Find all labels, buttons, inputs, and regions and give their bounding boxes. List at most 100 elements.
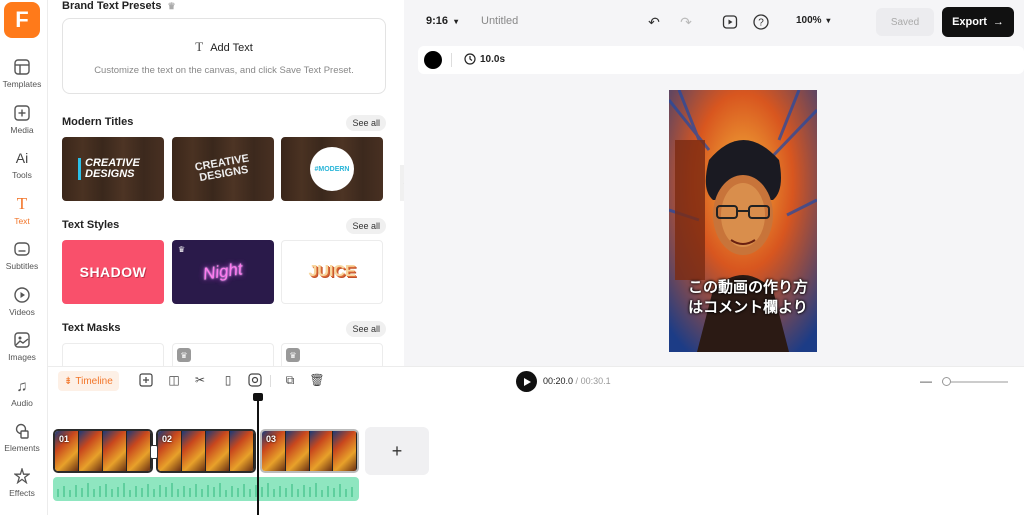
thumb-text: JUICE <box>308 263 356 280</box>
modern-title-thumb-2[interactable]: CREATIVE DESIGNS <box>172 137 274 201</box>
canvas-caption[interactable]: この動画の作り方はコメント欄より <box>683 278 813 318</box>
rail-item-videos[interactable]: Videos <box>0 286 44 317</box>
clip-frame <box>285 431 310 471</box>
rail-item-templates[interactable]: Templates <box>0 58 44 89</box>
rail-label: Effects <box>9 488 35 498</box>
video-clip[interactable]: 02 <box>156 429 256 473</box>
trim-button[interactable]: ▯ <box>220 372 236 388</box>
media-icon <box>13 104 31 122</box>
brand-logo[interactable]: F <box>4 2 40 38</box>
timeline-tab-label: Timeline <box>75 375 113 387</box>
subtitles-icon <box>13 240 31 258</box>
duration-control[interactable]: 10.0s <box>464 53 505 65</box>
audio-track[interactable] <box>53 477 359 501</box>
clip-frames <box>55 431 151 471</box>
modern-titles-title: Modern Titles <box>62 116 134 128</box>
split-button[interactable]: ◫ <box>166 372 182 388</box>
modern-title-thumb-3[interactable]: #MODERN <box>281 137 383 201</box>
clip-transition-handle[interactable] <box>150 445 158 459</box>
svg-text:?: ? <box>758 18 764 29</box>
text-mask-thumb-1[interactable] <box>62 343 164 366</box>
thumb-text: SHADOW <box>79 264 147 280</box>
video-canvas[interactable]: この動画の作り方はコメント欄より <box>669 90 817 352</box>
redo-button[interactable]: ↷ <box>676 12 696 32</box>
saved-button[interactable]: Saved <box>876 8 934 36</box>
clip-number: 01 <box>59 434 70 444</box>
add-track-button[interactable] <box>138 372 154 388</box>
duplicate-icon: ⧉ <box>285 372 295 387</box>
rail-item-effects[interactable]: Effects <box>0 467 44 498</box>
add-text-button[interactable]: T Add Text <box>63 39 385 55</box>
modern-title-thumb-1[interactable]: CREATIVE DESIGNS <box>62 137 164 201</box>
playhead[interactable] <box>257 393 259 515</box>
undo-button[interactable]: ↶ <box>644 12 664 32</box>
rail-item-media[interactable]: Media <box>0 104 44 135</box>
text-style-shadow[interactable]: SHADOW <box>62 240 164 304</box>
audio-waveform <box>57 483 353 497</box>
crown-badge-icon: ♛ <box>286 348 300 362</box>
add-text-label: Add Text <box>210 42 253 54</box>
zoom-select[interactable]: 100% ▾ <box>796 15 830 26</box>
aspect-ratio-label: 9:16 <box>426 15 449 27</box>
ai-tools-icon: Ai <box>15 150 29 166</box>
see-all-text-masks[interactable]: See all <box>346 321 386 337</box>
timeline-tab[interactable]: ⇟ Timeline <box>58 371 119 391</box>
rail-item-text[interactable]: T Text <box>0 194 44 226</box>
clip-frame <box>309 431 334 471</box>
rail-item-images[interactable]: Images <box>0 331 44 362</box>
text-style-juice[interactable]: JUICE <box>281 240 383 304</box>
rail-item-audio[interactable]: ♫ Audio <box>0 377 44 409</box>
current-time: 00:20.0 <box>543 376 574 386</box>
text-mask-thumb-2[interactable]: ♛ <box>172 343 274 366</box>
text-panel: Brand Text Presets ♛ T Add Text Customiz… <box>48 0 402 366</box>
zoom-slider-knob[interactable] <box>942 377 951 386</box>
rail-item-tools[interactable]: Ai Tools <box>0 149 44 180</box>
aspect-ratio-select[interactable]: 9:16 ▾ <box>426 15 458 27</box>
thumb-text: Night <box>201 259 244 284</box>
video-clip[interactable]: 01 <box>53 429 153 473</box>
crown-icon: ♛ <box>178 245 186 254</box>
text-mask-thumb-3[interactable]: ♛ <box>281 343 383 366</box>
video-clip[interactable]: 03 <box>260 429 359 473</box>
preset-hint: Customize the text on the canvas, and cl… <box>94 65 354 76</box>
help-button[interactable]: ? <box>751 12 771 32</box>
delete-button[interactable]: 🗑 <box>309 372 325 388</box>
clip-frame <box>103 431 127 471</box>
images-icon <box>13 331 31 349</box>
rail-item-elements[interactable]: Elements <box>0 422 44 453</box>
add-clip-button[interactable]: + <box>365 427 429 475</box>
duplicate-button[interactable]: ⧉ <box>282 372 298 388</box>
replace-icon <box>248 373 262 387</box>
rail-label: Subtitles <box>5 261 39 271</box>
plus-icon: + <box>391 440 403 461</box>
timeline-zoom-slider[interactable] <box>942 381 1008 383</box>
video-editor-app: F Templates Media Ai Tools T Text Subtit… <box>0 0 1024 515</box>
element-toolbar: 10.0s <box>418 46 1024 74</box>
crown-icon: ♛ <box>167 1 176 11</box>
editor-area: 9:16 ▾ Untitled ↶ ↷ ? 100% ▾ Saved Expor… <box>404 0 1024 366</box>
effects-icon <box>13 467 31 485</box>
see-all-modern-titles[interactable]: See all <box>346 115 386 131</box>
play-button[interactable] <box>516 371 537 392</box>
brand-presets-title: Brand Text Presets ♛ <box>62 0 176 12</box>
timeline-icon: ⇟ <box>64 375 73 387</box>
text-style-night[interactable]: ♛ Night <box>172 240 274 304</box>
background-color-swatch[interactable] <box>424 51 442 69</box>
rail-label: Tools <box>12 170 32 180</box>
elements-icon <box>13 422 31 440</box>
project-title[interactable]: Untitled <box>481 15 518 27</box>
videos-icon <box>13 286 31 304</box>
cut-button[interactable]: ✂ <box>192 372 208 388</box>
export-button[interactable]: Export → <box>942 7 1014 37</box>
clip-frame <box>333 431 357 471</box>
clip-number: 02 <box>162 434 173 444</box>
preview-button[interactable] <box>720 12 740 32</box>
add-icon <box>139 373 153 387</box>
zoom-out-button[interactable]: — <box>920 374 932 388</box>
audio-icon: ♫ <box>16 377 28 395</box>
scissors-icon: ✂ <box>194 373 206 387</box>
rail-item-subtitles[interactable]: Subtitles <box>0 240 44 271</box>
replace-button[interactable] <box>247 372 263 388</box>
rail-label: Audio <box>11 398 33 408</box>
see-all-text-styles[interactable]: See all <box>346 218 386 234</box>
